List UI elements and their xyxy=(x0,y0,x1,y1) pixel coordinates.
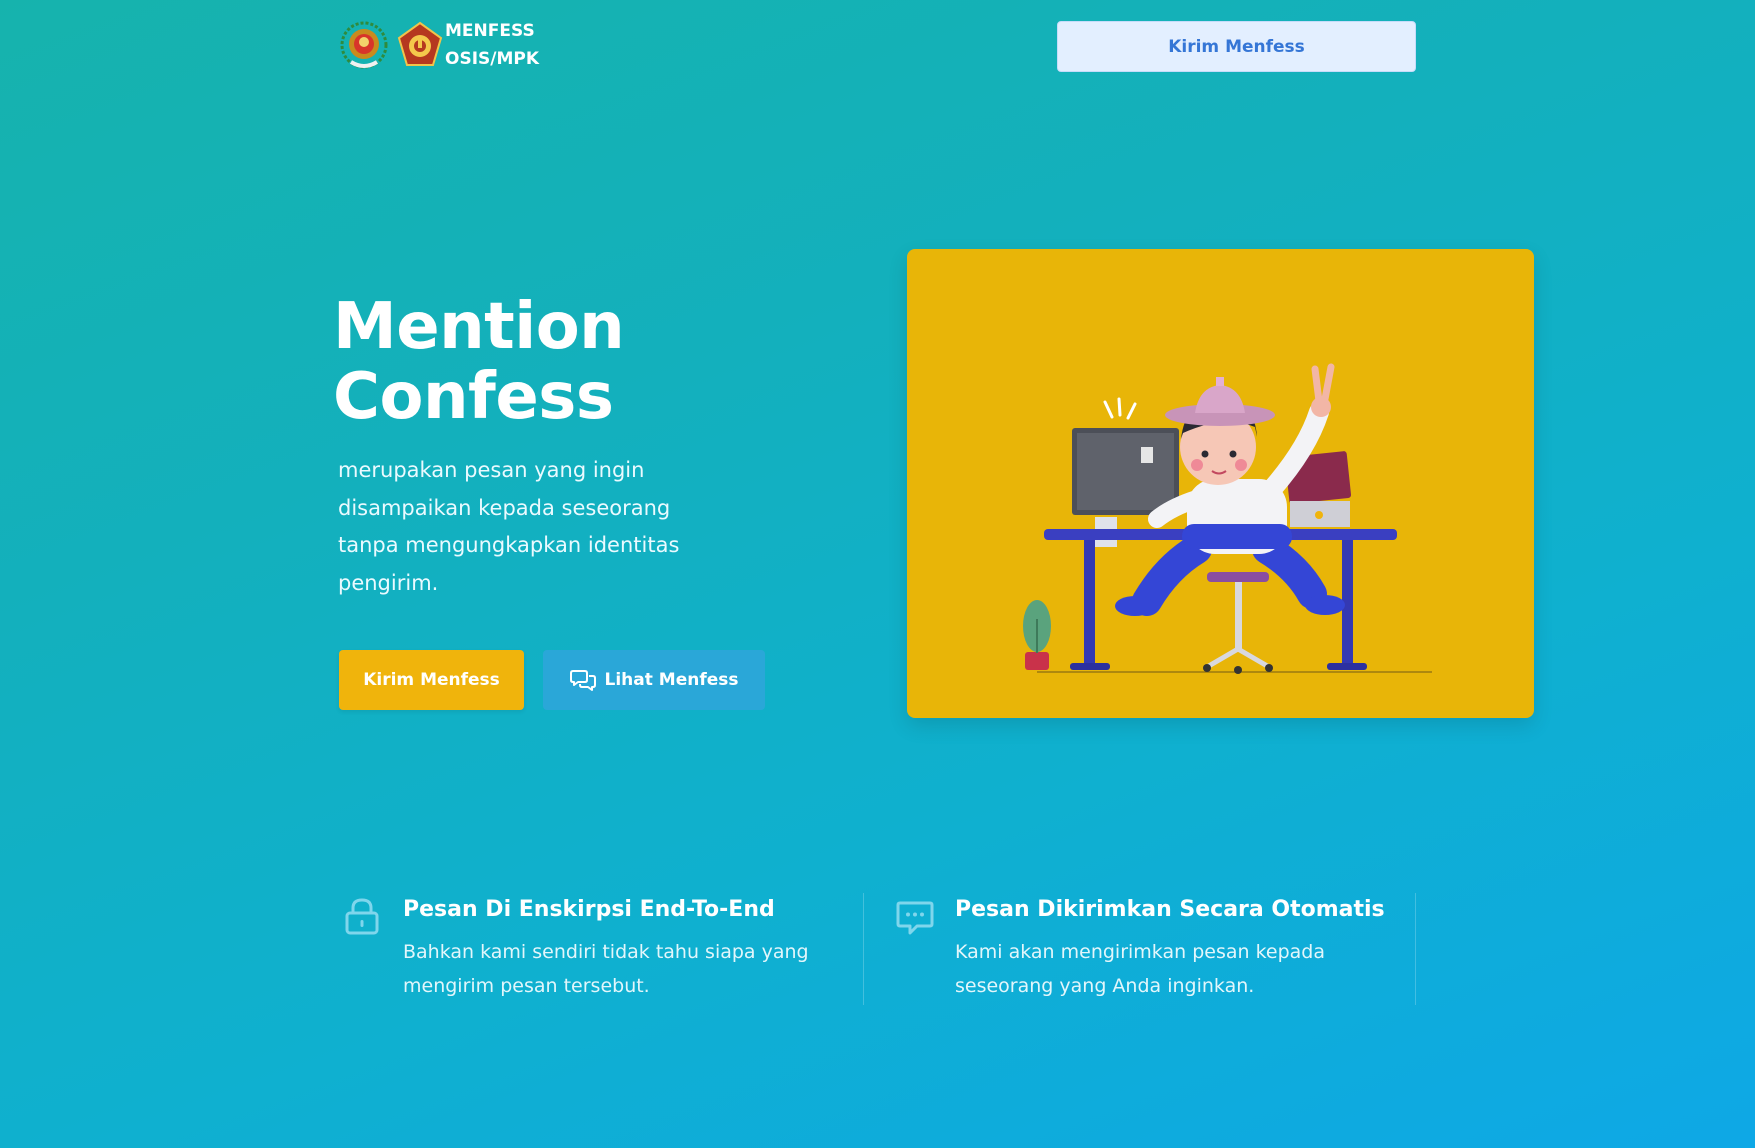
nav-kirim-menfess-button[interactable]: Kirim Menfess xyxy=(1057,21,1416,72)
chat-bubbles-icon xyxy=(569,670,596,691)
hero-description-line: merupakan pesan yang ingin xyxy=(338,458,645,482)
mpk-emblem-logo[interactable] xyxy=(396,21,444,69)
feature-divider xyxy=(1415,893,1416,1005)
kirim-menfess-button-label: Kirim Menfess xyxy=(363,670,500,690)
lock-icon xyxy=(345,898,379,935)
hero-description-line: disampaikan kepada seseorang xyxy=(338,495,671,520)
feature-description: Bahkan kami sendiri tidak tahu siapa yan… xyxy=(403,935,833,1003)
lihat-menfess-button[interactable]: Lihat Menfess xyxy=(543,650,765,710)
lihat-menfess-button-label: Lihat Menfess xyxy=(604,670,739,690)
hero-title: Mention Confess xyxy=(333,292,793,432)
feature-description-line: seseorang yang Anda inginkan. xyxy=(955,975,1255,997)
hero-description-line: tanpa mengungkapkan identitas xyxy=(338,533,680,557)
feature-description-line: mengirim pesan tersebut. xyxy=(403,975,650,997)
message-dots-icon xyxy=(896,901,934,935)
feature-description-line: Bahkan kami sendiri tidak tahu siapa yan… xyxy=(403,941,809,963)
feature-title: Pesan Di Enskirpsi End-To-End xyxy=(403,897,775,922)
feature-divider xyxy=(863,893,864,1005)
feature-title: Pesan Dikirimkan Secara Otomatis xyxy=(955,897,1385,922)
osis-emblem-logo[interactable] xyxy=(339,20,389,70)
hero-title-line1: Mention xyxy=(333,290,625,364)
feature-description: Kami akan mengirimkan pesan kepada seseo… xyxy=(955,935,1385,1003)
person-at-desk-illustration xyxy=(1023,363,1432,674)
kirim-menfess-button[interactable]: Kirim Menfess xyxy=(339,650,524,710)
hero-illustration-card xyxy=(907,249,1534,718)
feature-description-line: Kami akan mengirimkan pesan kepada xyxy=(955,941,1325,963)
hero-description-line: pengirim. xyxy=(338,570,439,595)
brand-name: MENFESS xyxy=(445,21,535,41)
hero-description: merupakan pesan yang ingin disampaikan k… xyxy=(338,452,708,602)
brand-subtitle: OSIS/MPK xyxy=(445,49,540,69)
hero-title-line2: Confess xyxy=(333,360,614,434)
